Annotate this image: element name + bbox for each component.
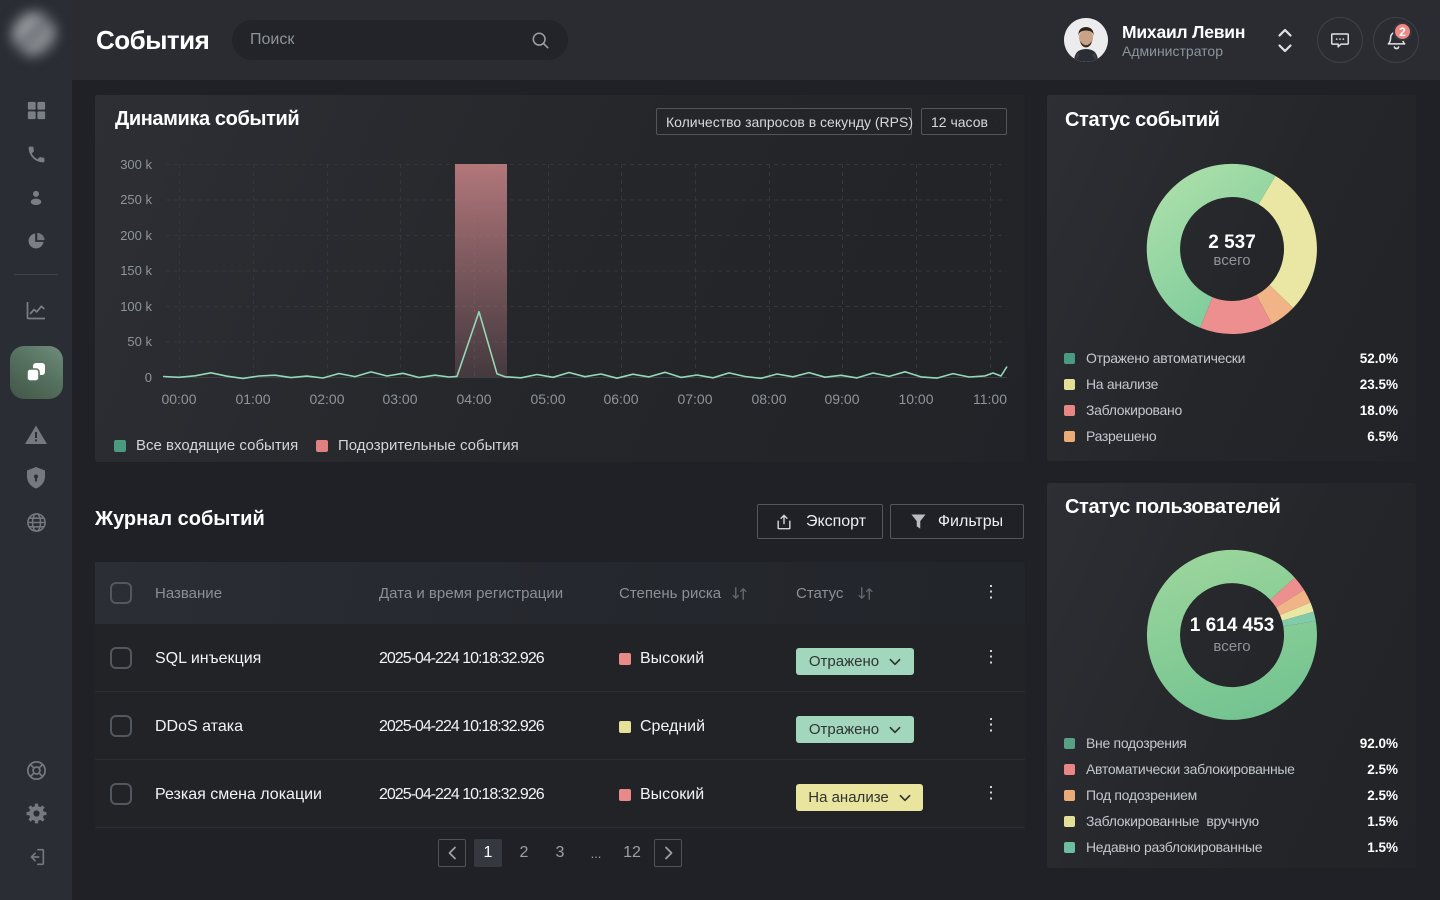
- svg-text:01:00: 01:00: [235, 391, 270, 407]
- svg-text:0: 0: [145, 370, 152, 385]
- svg-text:09:00: 09:00: [824, 391, 859, 407]
- svg-text:100 k: 100 k: [120, 299, 152, 314]
- svg-text:300 k: 300 k: [120, 157, 152, 172]
- svg-text:150 k: 150 k: [120, 263, 152, 278]
- svg-text:02:00: 02:00: [309, 391, 344, 407]
- svg-text:10:00: 10:00: [898, 391, 933, 407]
- svg-text:07:00: 07:00: [677, 391, 712, 407]
- svg-text:2 537: 2 537: [1208, 232, 1256, 253]
- svg-text:03:00: 03:00: [382, 391, 417, 407]
- svg-text:всего: всего: [1213, 252, 1250, 269]
- svg-text:250 k: 250 k: [120, 192, 152, 207]
- svg-text:11:00: 11:00: [973, 391, 1007, 407]
- svg-text:08:00: 08:00: [751, 391, 786, 407]
- svg-text:04:00: 04:00: [456, 391, 491, 407]
- svg-text:05:00: 05:00: [530, 391, 565, 407]
- svg-text:00:00: 00:00: [161, 391, 196, 407]
- svg-text:200 k: 200 k: [120, 228, 152, 243]
- svg-text:06:00: 06:00: [603, 391, 638, 407]
- svg-text:50 k: 50 k: [127, 334, 152, 349]
- svg-text:1 614 453: 1 614 453: [1190, 615, 1275, 636]
- svg-text:всего: всего: [1213, 638, 1250, 655]
